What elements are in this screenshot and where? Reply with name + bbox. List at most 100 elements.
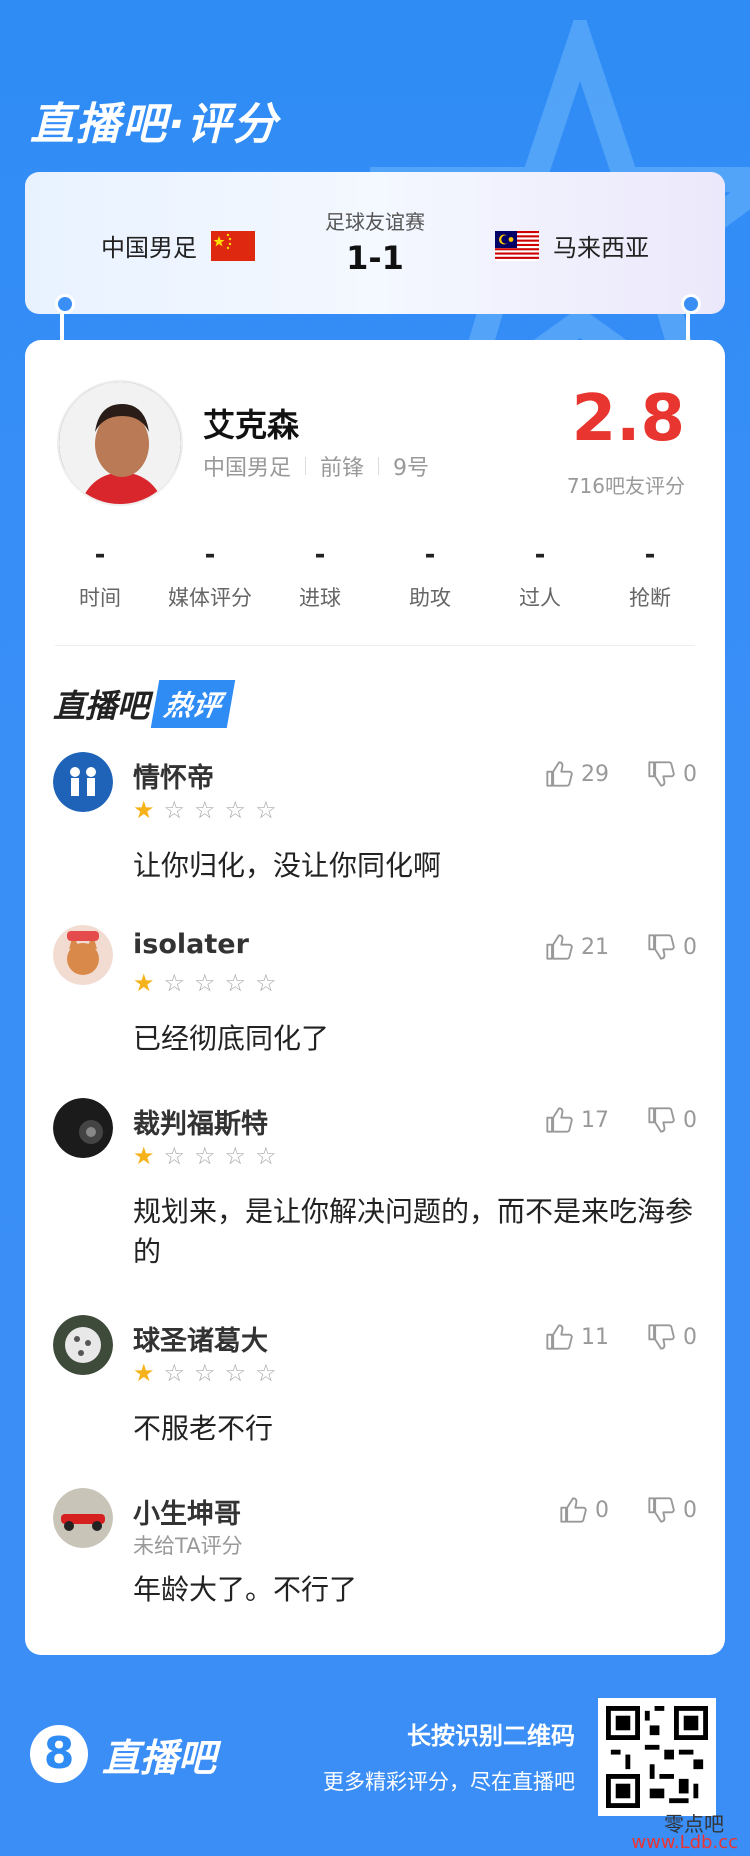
- stat-value: -: [94, 540, 106, 570]
- stat-tackles: - 抢断: [595, 540, 705, 612]
- comment-username: 球圣诸葛大: [133, 1326, 268, 1357]
- comment-username: 小生坤哥: [133, 1499, 241, 1530]
- star-filled-icon: ★: [133, 969, 155, 997]
- star-empty-icon: ☆: [163, 1142, 186, 1170]
- like-count: 29: [581, 761, 609, 787]
- comment-text: 已经彻底同化了: [133, 1022, 330, 1055]
- thumbs-down-icon: [648, 1497, 675, 1523]
- user-avatar: [53, 1315, 113, 1375]
- star-empty-icon: ☆: [163, 796, 186, 824]
- like-button[interactable]: 11: [545, 1323, 609, 1351]
- player-position: 前锋: [320, 456, 365, 481]
- stat-value: -: [204, 540, 216, 570]
- dislike-button[interactable]: 0: [647, 1496, 697, 1524]
- player-number: 9号: [393, 456, 430, 481]
- thumbs-up-icon: [546, 1324, 573, 1350]
- comment-username: isolater: [133, 929, 249, 960]
- away-team: 马来西亚: [495, 228, 649, 263]
- qr-code-image: [606, 1706, 708, 1808]
- thumbs-up-icon: [546, 934, 573, 960]
- star-empty-icon: ☆: [163, 969, 186, 997]
- dislike-count: 0: [683, 1324, 697, 1350]
- qr-code[interactable]: [598, 1698, 716, 1816]
- thumbs-down-icon: [648, 934, 675, 960]
- like-count: 11: [581, 1324, 609, 1350]
- star-empty-icon: ☆: [255, 969, 277, 997]
- hot-title-brand: 直播吧: [53, 687, 150, 725]
- star-filled-icon: ★: [133, 1142, 155, 1170]
- dislike-button[interactable]: 0: [647, 933, 697, 961]
- comment-item: 小生坤哥 未给TA评分 0 0 年龄大了。不行了: [53, 1488, 697, 1628]
- comment-item: 裁判福斯特 ★ ☆ ☆ ☆ ☆ 17 0 规划来，是让你解决问题的，而不是来吃海…: [53, 1098, 697, 1293]
- dislike-count: 0: [683, 1497, 697, 1523]
- user-avatar: [53, 1098, 113, 1158]
- comment-text: 规划来，是让你解决问题的，而不是来吃海参的: [133, 1195, 694, 1268]
- dislike-count: 0: [683, 1107, 697, 1133]
- brand-logo: 8 直播吧: [30, 1725, 216, 1783]
- like-button[interactable]: 17: [545, 1106, 609, 1134]
- star-empty-icon: ☆: [224, 1359, 247, 1387]
- stat-value: -: [644, 540, 656, 570]
- stat-value: -: [424, 540, 436, 570]
- comment-text: 年龄大了。不行了: [133, 1573, 358, 1606]
- stat-time: - 时间: [45, 540, 155, 612]
- stat-label: 媒体评分: [168, 586, 252, 610]
- hot-title-tag: 热评: [150, 680, 236, 728]
- qr-prompt: 长按识别二维码: [407, 1722, 575, 1750]
- stat-label: 过人: [519, 586, 561, 610]
- qr-subtitle: 更多精彩评分，尽在直播吧: [323, 1770, 575, 1794]
- star-empty-icon: ☆: [255, 1359, 277, 1387]
- player-name: 艾克森: [203, 406, 300, 444]
- like-button[interactable]: 21: [545, 933, 609, 961]
- like-button[interactable]: 0: [559, 1496, 609, 1524]
- star-empty-icon: ☆: [194, 1142, 216, 1170]
- user-avatar: [53, 925, 113, 985]
- stat-value: -: [534, 540, 546, 570]
- thumbs-up-icon: [546, 761, 573, 787]
- dislike-count: 0: [683, 934, 697, 960]
- away-team-name: 马来西亚: [553, 234, 649, 262]
- stat-label: 助攻: [409, 586, 451, 610]
- thumbs-down-icon: [648, 1324, 675, 1350]
- dislike-button[interactable]: 0: [647, 1106, 697, 1134]
- comment-stars: ★ ☆ ☆ ☆ ☆: [133, 1361, 277, 1385]
- star-empty-icon: ☆: [194, 969, 216, 997]
- hot-comments-title: 直播吧 热评: [53, 680, 236, 728]
- match-card: 中国男足 足球友谊赛 1-1 马来西亚: [25, 172, 725, 314]
- rating-card: 艾克森 中国男足 前锋 9号 2.8 716吧友评分 - 时间 - 媒体评分 -…: [25, 340, 725, 1655]
- like-count: 17: [581, 1107, 609, 1133]
- player-stats: - 时间 - 媒体评分 - 进球 - 助攻 - 过人 - 抢断: [45, 540, 705, 612]
- star-empty-icon: ☆: [255, 796, 277, 824]
- rating-count: 716吧友评分: [566, 474, 685, 498]
- star-filled-icon: ★: [133, 1359, 155, 1387]
- like-button[interactable]: 29: [545, 760, 609, 788]
- page-title: 直播吧·评分: [30, 99, 279, 150]
- section-divider: [55, 645, 695, 646]
- comment-username: 裁判福斯特: [133, 1109, 268, 1140]
- logo-text: 直播吧: [102, 1735, 217, 1780]
- dislike-button[interactable]: 0: [647, 760, 697, 788]
- player-avatar: [57, 380, 183, 506]
- watermark-url: www.Ldb.cc: [631, 1832, 738, 1853]
- stat-label: 时间: [79, 586, 121, 610]
- dislike-button[interactable]: 0: [647, 1323, 697, 1351]
- comment-stars: ★ ☆ ☆ ☆ ☆: [133, 798, 277, 822]
- player-photo: [59, 382, 181, 504]
- meta-divider: [378, 457, 380, 475]
- thumbs-down-icon: [648, 1107, 675, 1133]
- user-avatar: [53, 1488, 113, 1548]
- comment-item: 球圣诸葛大 ★ ☆ ☆ ☆ ☆ 11 0 不服老不行: [53, 1315, 697, 1465]
- star-empty-icon: ☆: [194, 796, 216, 824]
- comment-stars: ★ ☆ ☆ ☆ ☆: [133, 1144, 277, 1168]
- player-rating: 2.8: [571, 382, 685, 456]
- logo-mark: 8: [30, 1725, 88, 1783]
- star-empty-icon: ☆: [255, 1142, 277, 1170]
- stat-dribbles: - 过人: [485, 540, 595, 612]
- comment-text: 让你归化，没让你同化啊: [133, 849, 442, 882]
- player-meta: 中国男足 前锋 9号: [203, 450, 429, 482]
- comment-username: 情怀帝: [133, 763, 214, 794]
- user-avatar: [53, 752, 113, 812]
- star-empty-icon: ☆: [194, 1359, 216, 1387]
- player-team: 中国男足: [203, 456, 292, 481]
- star-empty-icon: ☆: [163, 1359, 186, 1387]
